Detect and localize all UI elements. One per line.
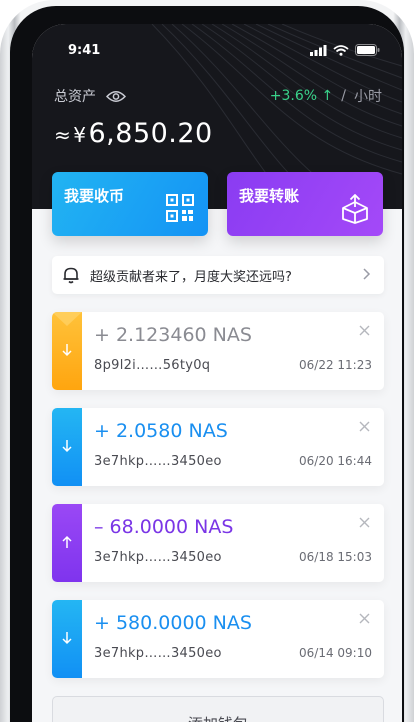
currency-symbol: ¥ <box>73 123 87 147</box>
transaction-amount: + 2.0580 NAS <box>94 420 228 442</box>
transaction-direction-stripe <box>52 408 82 486</box>
approx-sign: ≈ <box>54 123 72 147</box>
receive-button[interactable]: 我要收币 <box>52 172 208 236</box>
announcement-bar[interactable]: 超级贡献者来了，月度大奖还远吗? <box>52 256 384 294</box>
transaction-amount: – 68.0000 NAS <box>94 516 234 538</box>
status-time: 9:41 <box>68 43 101 58</box>
add-wallet-button[interactable]: 添加钱包 <box>52 696 384 722</box>
close-icon[interactable] <box>359 517 370 528</box>
phone-frame: 9:41 总资产 +3.6% ↑ / 小时 ≈ ¥6,850.20 我要收币 我… <box>0 0 414 722</box>
announcement-text: 超级贡献者来了，月度大奖还远吗? <box>90 269 292 285</box>
total-assets-label: 总资产 <box>54 89 96 105</box>
add-wallet-label: 添加钱包 <box>53 713 383 722</box>
transaction-address: 8p9l2i……56ty0q <box>94 358 211 373</box>
change-up-arrow: ↑ <box>321 88 334 104</box>
change-separator: / <box>341 88 346 104</box>
total-assets-label-row: 总资产 <box>54 86 126 106</box>
transaction-card[interactable]: + 2.123460 NAS 8p9l2i……56ty0q 06/22 11:23 <box>52 312 384 390</box>
wifi-icon <box>333 44 349 56</box>
status-icons <box>310 44 380 56</box>
arrow-down-icon <box>62 632 72 645</box>
transaction-date: 06/14 09:10 <box>299 646 372 660</box>
transaction-date: 06/22 11:23 <box>299 358 372 372</box>
transaction-direction-stripe <box>52 504 82 582</box>
transaction-card[interactable]: + 2.0580 NAS 3e7hkp……3450eo 06/20 16:44 <box>52 408 384 486</box>
transaction-address: 3e7hkp……3450eo <box>94 454 222 469</box>
arrow-down-icon <box>62 344 72 357</box>
transaction-amount: + 2.123460 NAS <box>94 324 252 346</box>
transaction-amount: + 580.0000 NAS <box>94 612 252 634</box>
receive-label: 我要收币 <box>64 187 125 205</box>
transaction-date: 06/18 15:03 <box>299 550 372 564</box>
change-period[interactable]: 小时 <box>354 86 382 106</box>
asset-change: +3.6% ↑ / 小时 <box>270 86 382 106</box>
arrow-up-icon <box>62 535 72 548</box>
transaction-card[interactable]: + 580.0000 NAS 3e7hkp……3450eo 06/14 09:10 <box>52 600 384 678</box>
qr-code-icon <box>166 194 194 222</box>
close-icon[interactable] <box>359 325 370 336</box>
total-amount: 6,850.20 <box>88 118 213 149</box>
transaction-direction-stripe <box>52 600 82 678</box>
transfer-label: 我要转账 <box>239 187 300 205</box>
battery-icon <box>355 44 380 56</box>
transfer-button[interactable]: 我要转账 <box>227 172 383 236</box>
chevron-right-icon <box>363 268 371 280</box>
bell-icon <box>63 267 79 284</box>
status-bar: 9:41 <box>32 24 402 64</box>
close-icon[interactable] <box>359 613 370 624</box>
change-percent: +3.6% ↑ <box>269 88 334 104</box>
transaction-date: 06/20 16:44 <box>299 454 372 468</box>
box-send-icon <box>342 194 368 224</box>
transaction-address: 3e7hkp……3450eo <box>94 646 222 661</box>
transaction-address: 3e7hkp……3450eo <box>94 550 222 565</box>
phone-bezel: 9:41 总资产 +3.6% ↑ / 小时 ≈ ¥6,850.20 我要收币 我… <box>10 6 404 722</box>
ribbon-notch-icon <box>52 312 82 326</box>
transaction-direction-stripe <box>52 312 82 390</box>
transaction-card[interactable]: – 68.0000 NAS 3e7hkp……3450eo 06/18 15:03 <box>52 504 384 582</box>
app-screen: 9:41 总资产 +3.6% ↑ / 小时 ≈ ¥6,850.20 我要收币 我… <box>32 24 402 722</box>
signal-icon <box>310 44 327 56</box>
eye-icon[interactable] <box>106 90 126 103</box>
total-assets-value: ≈ ¥6,850.20 <box>54 118 213 149</box>
close-icon[interactable] <box>359 421 370 432</box>
arrow-down-icon <box>62 440 72 453</box>
